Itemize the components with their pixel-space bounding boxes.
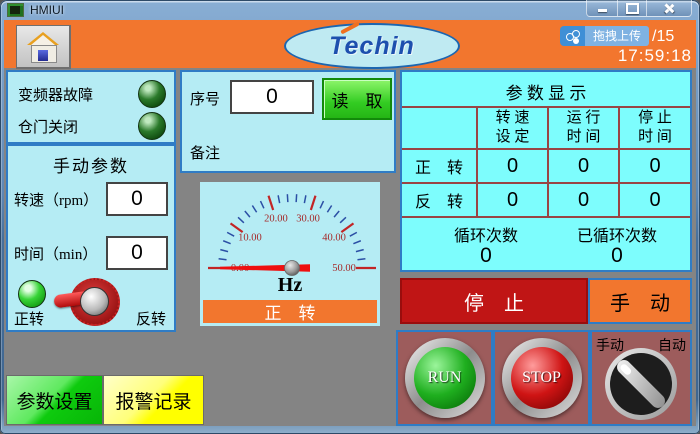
stop-button-cap: STOP [511, 347, 573, 409]
window-controls [586, 0, 692, 17]
mode-selector-knob[interactable] [605, 348, 677, 420]
serial-label: 序号 [190, 88, 220, 109]
read-button[interactable]: 读 取 [322, 78, 392, 120]
svg-text:20.00: 20.00 [264, 214, 288, 225]
reverse-runtime-value: 0 [548, 183, 619, 217]
speed-field-row: 转速（rpm） 0 [14, 182, 168, 216]
knob-face [610, 353, 672, 415]
header-stop-time: 停 止时 间 [619, 107, 690, 149]
reverse-stoptime-value: 0 [619, 183, 690, 217]
status-row-inverter-fault: 变频器故障 [18, 80, 166, 108]
brand-logo-text: Techin [329, 32, 415, 61]
drag-upload-overlay[interactable]: 拖拽上传 [560, 26, 649, 46]
serial-read-panel: 序号 0 读 取 备注 [180, 70, 396, 173]
knob-auto-label: 自动 [658, 335, 686, 355]
time-field-row: 时间（min） 0 [14, 236, 168, 270]
run-button-cap: RUN [414, 347, 476, 409]
run-button-cell: RUN [396, 330, 493, 426]
status-row-door-closed: 仓门关闭 [18, 112, 166, 140]
mode-selector-cell: 手动 自动 [590, 330, 692, 426]
header-bar: Techin 拖拽上传 /15 17:59:18 [4, 20, 696, 68]
stop-button[interactable]: STOP [502, 338, 582, 418]
param-table: 转 速设 定 运 行时 间 停 止时 间 正 转 0 0 0 反 转 0 0 0 [402, 106, 690, 218]
brand-logo: Techin [284, 23, 460, 69]
alarm-record-button[interactable]: 报警记录 [103, 375, 204, 425]
header-run-time: 运 行时 间 [548, 107, 619, 149]
gauge-dial: 0.0010.0020.0030.0040.0050.00 [202, 184, 378, 280]
time-label: 时间（min） [14, 243, 97, 264]
cycle-count-label: 循环次数 [426, 222, 546, 246]
direction-toggle-switch[interactable] [54, 276, 120, 324]
gauge-ticks [208, 194, 376, 268]
run-button[interactable]: RUN [405, 338, 485, 418]
clock-display: 17:59:18 [592, 46, 692, 66]
door-closed-led [138, 112, 166, 140]
window-title: HMIUI [30, 3, 64, 17]
svg-text:50.00: 50.00 [332, 263, 356, 274]
titlebar[interactable]: HMIUI [0, 0, 700, 20]
close-button[interactable] [646, 0, 692, 17]
svg-text:40.00: 40.00 [322, 232, 346, 243]
reverse-row-label: 反 转 [402, 183, 477, 217]
param-settings-button[interactable]: 参数设置 [6, 375, 103, 425]
home-icon [25, 32, 61, 62]
toggle-hub [80, 287, 109, 316]
frequency-gauge-panel: 0.0010.0020.0030.0040.0050.00 Hz 正 转 [200, 182, 380, 326]
maximize-icon [626, 3, 639, 14]
reverse-label: 反转 [136, 308, 166, 329]
table-row-forward: 正 转 0 0 0 [402, 149, 690, 183]
forward-speed-value: 0 [477, 149, 548, 183]
manual-params-panel: 手动参数 转速（rpm） 0 时间（min） 0 正转 反转 [6, 144, 176, 332]
hmi-screen: Techin 拖拽上传 /15 17:59:18 变频器故障 仓门关闭 手动参数 [4, 20, 696, 426]
forward-stoptime-value: 0 [619, 149, 690, 183]
speed-label: 转速（rpm） [14, 189, 98, 210]
close-icon [664, 3, 675, 14]
svg-text:30.00: 30.00 [296, 214, 320, 225]
forward-runtime-value: 0 [548, 149, 619, 183]
knob-lever-icon [614, 357, 668, 411]
svg-text:10.00: 10.00 [238, 232, 262, 243]
time-input[interactable]: 0 [106, 236, 168, 270]
serial-input[interactable]: 0 [230, 80, 314, 114]
home-button[interactable] [16, 25, 71, 69]
inverter-fault-led [138, 80, 166, 108]
drag-upload-label: 拖拽上传 [585, 26, 649, 46]
page-indicator: /15 [652, 28, 674, 46]
share-rings-icon [560, 26, 585, 46]
stop-mode-button[interactable]: 停 止 [400, 278, 588, 324]
reverse-speed-value: 0 [477, 183, 548, 217]
cycle-count-value: 0 [426, 244, 546, 268]
minimize-button[interactable] [586, 0, 618, 17]
door-closed-label: 仓门关闭 [18, 116, 78, 137]
param-display-panel: 参 数 显 示 转 速设 定 运 行时 间 停 止时 间 正 转 0 0 0 反… [400, 70, 692, 272]
gauge-direction-banner: 正 转 [203, 300, 377, 323]
manual-params-title: 手动参数 [8, 152, 174, 177]
manual-mode-button[interactable]: 手 动 [588, 278, 692, 324]
forward-row-label: 正 转 [402, 149, 477, 183]
stop-button-cell: STOP [493, 330, 590, 426]
header-blank-cell [402, 107, 477, 149]
app-window: HMIUI Techin 拖拽上传 /15 17:59:18 [0, 0, 700, 434]
done-count-value: 0 [552, 244, 682, 268]
table-row-reverse: 反 转 0 0 0 [402, 183, 690, 217]
param-table-header-row: 转 速设 定 运 行时 间 停 止时 间 [402, 107, 690, 149]
minimize-icon [598, 9, 607, 12]
param-display-title: 参 数 显 示 [402, 79, 690, 104]
note-label: 备注 [190, 142, 220, 163]
forward-run-led [18, 280, 46, 308]
forward-label: 正转 [14, 308, 44, 329]
knob-manual-label: 手动 [596, 335, 624, 355]
inverter-fault-label: 变频器故障 [18, 84, 93, 105]
gauge-unit-label: Hz [200, 274, 380, 297]
maximize-button[interactable] [618, 0, 646, 17]
done-count-label: 已循环次数 [552, 222, 682, 246]
header-speed-setting: 转 速设 定 [477, 107, 548, 149]
status-panel: 变频器故障 仓门关闭 [6, 70, 176, 144]
speed-input[interactable]: 0 [106, 182, 168, 216]
app-icon [7, 3, 24, 17]
